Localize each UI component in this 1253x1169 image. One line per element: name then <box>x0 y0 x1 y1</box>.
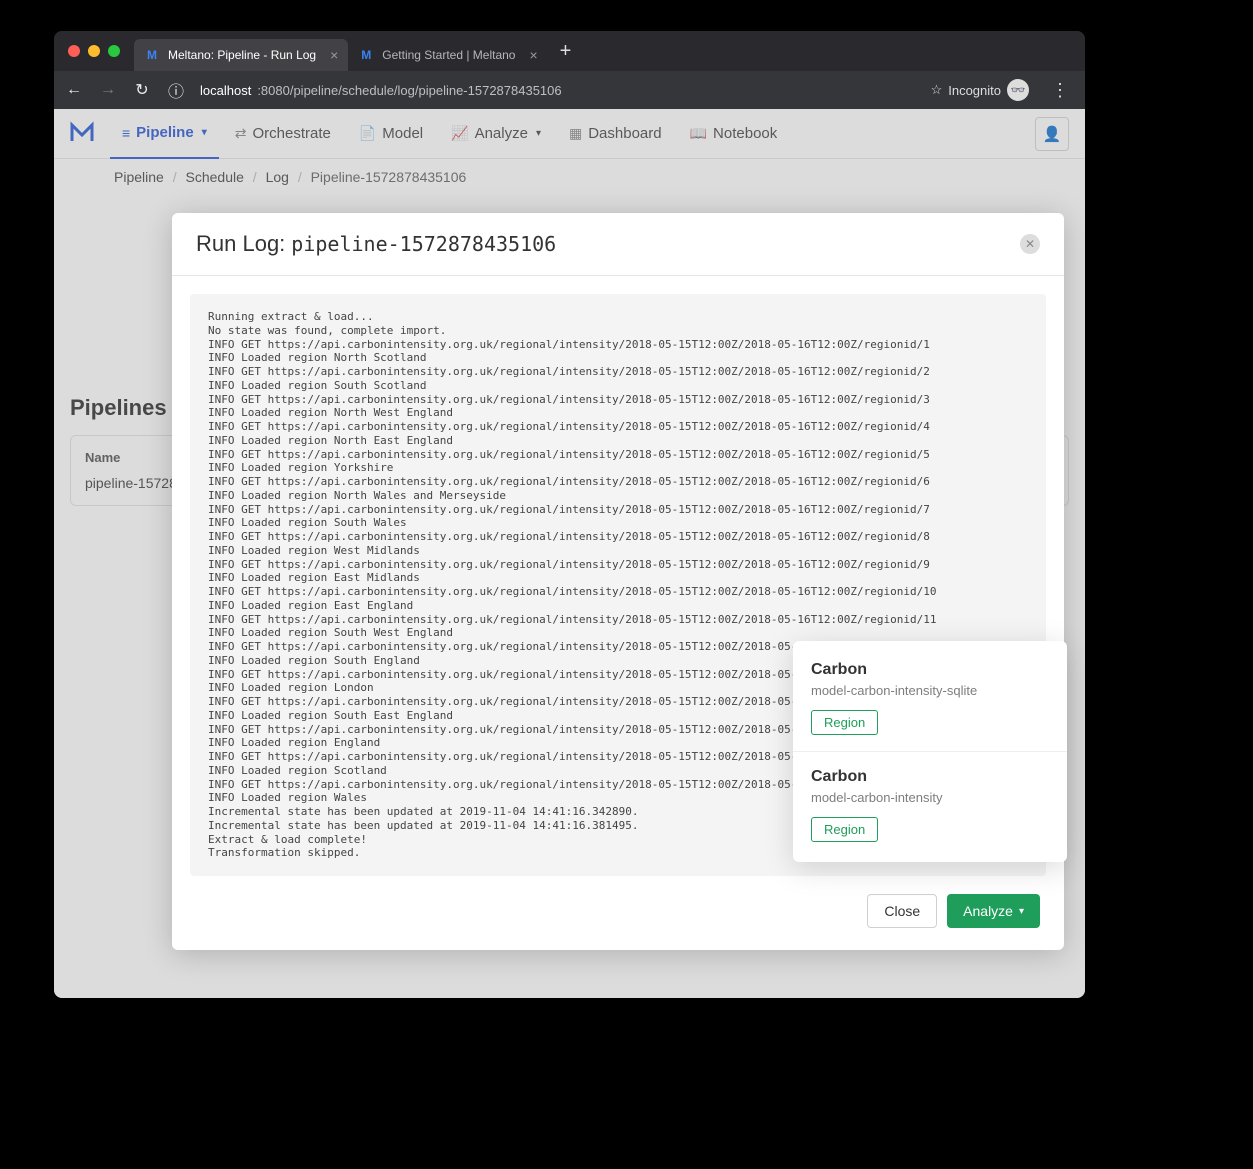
new-tab-button[interactable]: + <box>548 40 584 63</box>
modal-footer: Close Analyze ▾ <box>172 876 1064 950</box>
analyze-label: Analyze <box>963 903 1013 919</box>
tab-strip: M Meltano: Pipeline - Run Log × M Gettin… <box>54 31 1085 71</box>
traffic-lights <box>54 45 134 57</box>
close-tab-icon[interactable]: × <box>330 47 338 63</box>
url-field[interactable]: localhost :8080/pipeline/schedule/log/pip… <box>196 82 942 98</box>
close-tab-icon[interactable]: × <box>529 47 537 63</box>
popover-subtitle: model-carbon-intensity <box>811 790 1049 805</box>
modal-header: Run Log: pipeline-1572878435106 ✕ <box>172 213 1064 276</box>
url-path: :8080/pipeline/schedule/log/pipeline-157… <box>257 83 561 98</box>
close-button[interactable]: Close <box>867 894 937 928</box>
meltano-favicon-icon: M <box>144 47 160 63</box>
close-icon: ✕ <box>1025 237 1035 251</box>
back-button[interactable]: ← <box>60 76 88 104</box>
popover-group: Carbon model-carbon-intensity Region <box>793 754 1067 856</box>
modal-close-button[interactable]: ✕ <box>1020 234 1040 254</box>
analyze-button[interactable]: Analyze ▾ <box>947 894 1040 928</box>
browser-menu-button[interactable]: ⋮ <box>1041 80 1079 101</box>
divider <box>793 751 1067 752</box>
browser-window: M Meltano: Pipeline - Run Log × M Gettin… <box>54 31 1085 998</box>
tab-title: Getting Started | Meltano <box>382 48 515 62</box>
caret-down-icon: ▾ <box>1019 906 1024 917</box>
close-window-button[interactable] <box>68 45 80 57</box>
popover-title: Carbon <box>811 661 1049 679</box>
region-button[interactable]: Region <box>811 817 878 842</box>
incognito-indicator: Incognito 👓 <box>948 79 1035 101</box>
fullscreen-window-button[interactable] <box>108 45 120 57</box>
bookmark-icon[interactable]: ☆ <box>931 82 943 98</box>
popover-group: Carbon model-carbon-intensity-sqlite Reg… <box>793 647 1067 749</box>
browser-tab-active[interactable]: M Meltano: Pipeline - Run Log × <box>134 39 348 71</box>
minimize-window-button[interactable] <box>88 45 100 57</box>
popover-title: Carbon <box>811 768 1049 786</box>
site-info-icon[interactable]: ⓘ <box>162 76 190 104</box>
address-bar: ← → ↻ ⓘ localhost :8080/pipeline/schedule… <box>54 71 1085 109</box>
analyze-popover: Carbon model-carbon-intensity-sqlite Reg… <box>793 641 1067 862</box>
browser-tab[interactable]: M Getting Started | Meltano × <box>348 39 547 71</box>
tab-title: Meltano: Pipeline - Run Log <box>168 48 316 62</box>
incognito-icon: 👓 <box>1007 79 1029 101</box>
forward-button[interactable]: → <box>94 76 122 104</box>
modal-title-id: pipeline-1572878435106 <box>291 232 556 256</box>
url-host: localhost <box>200 83 251 98</box>
modal-title-prefix: Run Log: <box>196 231 285 257</box>
reload-button[interactable]: ↻ <box>128 76 156 104</box>
popover-subtitle: model-carbon-intensity-sqlite <box>811 683 1049 698</box>
region-button[interactable]: Region <box>811 710 878 735</box>
meltano-favicon-icon: M <box>358 47 374 63</box>
incognito-label: Incognito <box>948 83 1001 98</box>
